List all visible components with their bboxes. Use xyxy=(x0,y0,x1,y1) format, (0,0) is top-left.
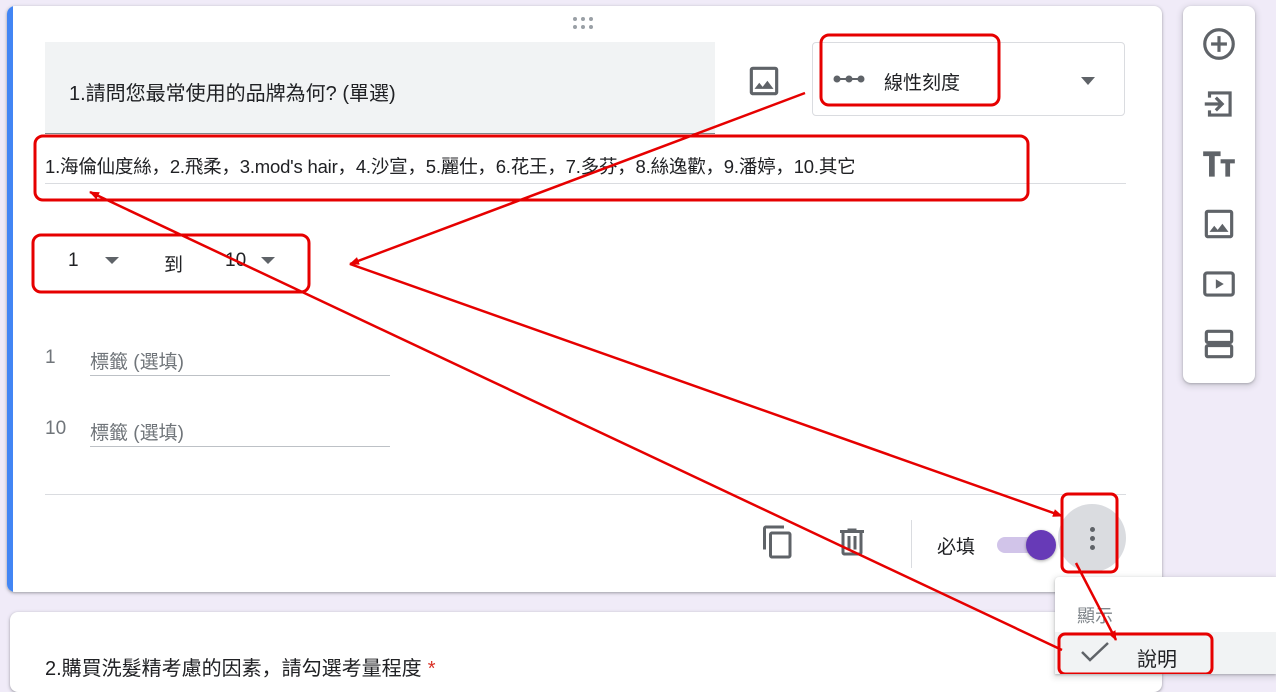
import-questions-icon[interactable] xyxy=(1200,85,1238,123)
add-title-icon[interactable] xyxy=(1200,145,1238,183)
menu-item-description[interactable]: 說明 xyxy=(1055,632,1276,674)
scale-range: 1 到 10 xyxy=(45,242,345,282)
drag-handle-icon[interactable] xyxy=(573,17,599,31)
delete-icon[interactable] xyxy=(834,524,870,560)
active-card-indicator xyxy=(7,6,13,592)
footer-divider xyxy=(45,494,1126,495)
question-type-select[interactable]: 線性刻度 xyxy=(812,42,1125,116)
scale-to-select[interactable]: 10 xyxy=(225,250,246,272)
scale-to-word: 到 xyxy=(164,255,184,276)
scale-label-placeholder: 標籤 (選填) xyxy=(90,352,184,373)
add-section-icon[interactable] xyxy=(1200,325,1238,363)
question-title-text: 1.請問您最常使用的品牌為何? (單選) xyxy=(69,83,396,105)
add-image-icon[interactable] xyxy=(745,62,783,100)
checkmark-icon xyxy=(1081,642,1109,662)
scale-label-input[interactable]: 標籤 (選填) xyxy=(90,338,390,376)
required-asterisk: * xyxy=(427,658,436,680)
scale-label-input[interactable]: 標籤 (選填) xyxy=(90,409,390,447)
menu-item-label: 說明 xyxy=(1137,649,1177,671)
menu-header: 顯示 xyxy=(1077,606,1113,626)
scale-label-row-max: 10 標籤 (選填) xyxy=(45,409,405,453)
question-2-title: 2.購買洗髮精考慮的因素，請勾選考量程度 * xyxy=(45,658,436,680)
question-type-label: 線性刻度 xyxy=(884,73,961,94)
question-card[interactable]: 1.請問您最常使用的品牌為何? (單選) 線性刻度 1.海倫仙度絲，2.飛柔，3… xyxy=(7,6,1162,592)
chevron-down-icon[interactable] xyxy=(105,257,119,265)
add-question-icon[interactable] xyxy=(1200,25,1238,63)
scale-label-row-min: 1 標籤 (選填) xyxy=(45,338,405,382)
description-text: 1.海倫仙度絲，2.飛柔，3.mod's hair，4.沙宣，5.麗仕，6.花王… xyxy=(45,156,856,177)
more-options-icon[interactable] xyxy=(1058,504,1126,572)
linear-scale-icon xyxy=(833,75,865,83)
required-label: 必填 xyxy=(937,537,976,558)
description-field[interactable]: 1.海倫仙度絲，2.飛柔，3.mod's hair，4.沙宣，5.麗仕，6.花王… xyxy=(45,144,1126,184)
footer-separator xyxy=(911,520,912,568)
floating-toolbar xyxy=(1183,6,1255,383)
required-toggle[interactable] xyxy=(997,529,1056,560)
scale-from-select[interactable]: 1 xyxy=(68,250,79,272)
chevron-down-icon[interactable] xyxy=(261,257,275,265)
question-card-2[interactable]: 2.購買洗髮精考慮的因素，請勾選考量程度 * xyxy=(10,612,1162,692)
scale-label-placeholder: 標籤 (選填) xyxy=(90,423,184,444)
duplicate-icon[interactable] xyxy=(760,524,796,560)
add-image-icon[interactable] xyxy=(1200,205,1238,243)
more-options-menu: 顯示 說明 xyxy=(1055,577,1276,674)
scale-label-number: 10 xyxy=(45,418,67,439)
chevron-down-icon xyxy=(1081,77,1095,85)
question-title-field[interactable]: 1.請問您最常使用的品牌為何? (單選) xyxy=(45,42,715,134)
scale-label-number: 1 xyxy=(45,347,56,368)
add-video-icon[interactable] xyxy=(1200,265,1238,303)
